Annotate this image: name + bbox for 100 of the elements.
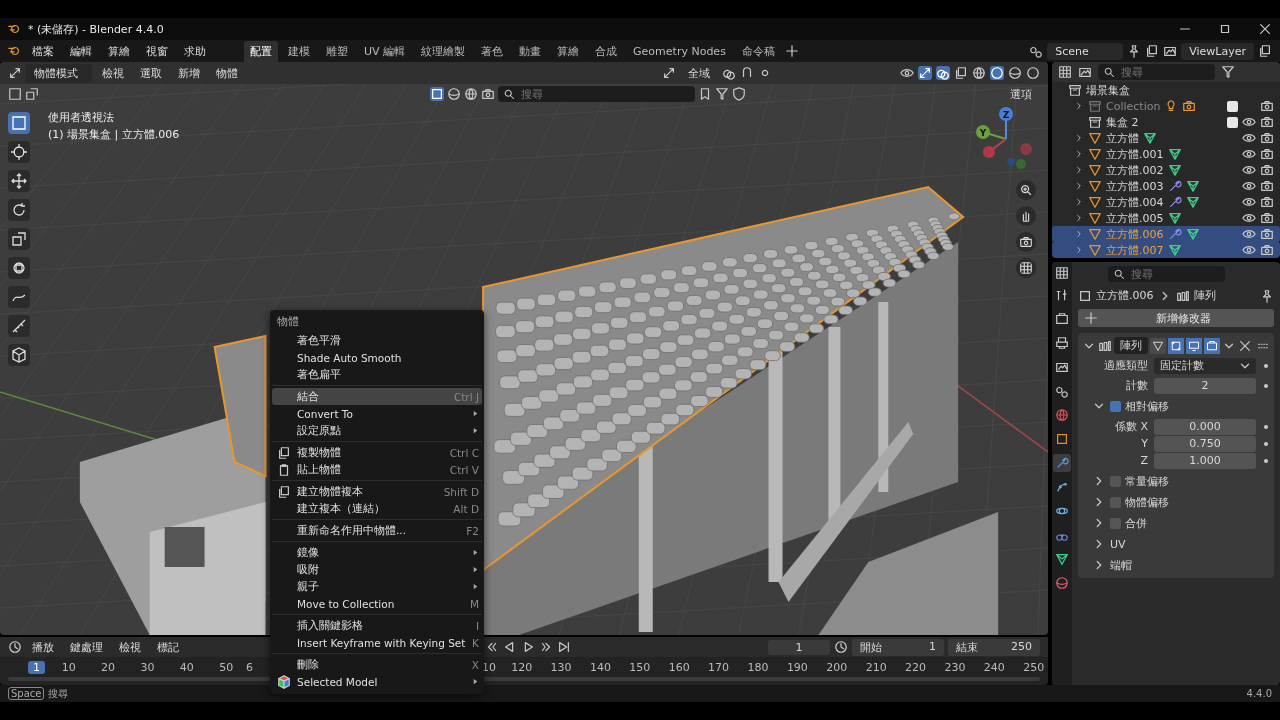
bookmark-icon[interactable] [698,87,712,101]
add-modifier-button[interactable]: 新增修改器 [1078,309,1274,327]
menu-item[interactable]: 吸附 [272,561,482,578]
eye-icon[interactable] [1242,195,1256,209]
mesh-data-icon[interactable] [1185,227,1200,241]
view-layer-selector[interactable]: ViewLayer [1181,42,1254,60]
render-shading-icon[interactable] [1026,66,1040,80]
search-field[interactable]: 搜尋 [1117,64,1215,80]
outliner-item[interactable]: 立方體.003 [1106,178,1164,194]
camera-icon[interactable] [1260,131,1274,145]
keyframe-dot-icon[interactable] [1264,363,1268,368]
search-field[interactable]: 搜尋 [517,86,695,102]
viewport-toggle-icon[interactable] [1186,337,1202,354]
number-field[interactable]: 2 [1154,377,1256,394]
camera-icon[interactable] [1260,163,1274,177]
search-field[interactable]: 搜尋 [1127,266,1225,282]
current-frame-field[interactable]: 1 [768,639,830,655]
editor-type-icon[interactable] [1055,266,1069,280]
menu-item[interactable]: 視窗 [140,41,174,61]
mesh-data-icon[interactable] [1143,131,1157,145]
menu-item[interactable]: 建立物體複本 Shift D [272,483,482,500]
filter-icon[interactable] [1221,65,1235,79]
stopwatch-icon[interactable] [834,640,848,654]
scene-icon[interactable] [1029,44,1044,58]
cursor-tool-icon[interactable] [8,141,30,163]
eye-icon[interactable] [1242,115,1256,129]
modifier-name-field[interactable]: 陣列 [1114,337,1148,354]
menu-item[interactable]: 刪除 X [272,656,482,673]
number-field[interactable]: 0.000 [1154,418,1256,435]
camera-icon[interactable] [1260,195,1274,209]
mesh-data-icon[interactable] [1167,211,1182,225]
move-tool-icon[interactable] [8,170,30,192]
menu-item[interactable]: 標記 [151,637,185,657]
material-tab-icon[interactable] [1053,574,1071,592]
keyframe-dot-icon[interactable] [1264,458,1268,463]
menu-item[interactable]: 結合 Ctrl J [272,388,482,405]
eye-icon[interactable] [1242,211,1256,225]
jump-end-icon[interactable] [557,640,571,654]
menu-item[interactable]: 重新命名作用中物體... F2 [272,522,482,539]
maximize-icon[interactable] [1218,22,1232,36]
keyframe-dot-icon[interactable] [1264,383,1268,388]
pin-icon[interactable] [1260,288,1274,303]
previous-keyframe-icon[interactable] [485,640,499,654]
menu-item[interactable]: 插入關鍵影格 I [272,617,482,634]
clock-icon[interactable] [8,640,22,654]
blender-logo-icon[interactable] [8,44,22,58]
navigation-gizmo[interactable] [976,107,1032,169]
eye-icon[interactable] [1242,163,1256,177]
image-icon[interactable] [1078,65,1092,79]
checkbox[interactable] [1110,517,1121,529]
editor-type-icon[interactable] [8,66,22,80]
filter-icon[interactable] [715,87,729,101]
eye-icon[interactable] [1242,147,1256,161]
world-tab-icon[interactable] [1053,406,1071,424]
menu-item[interactable]: 親子 [272,578,482,595]
output-tab-icon[interactable] [1053,334,1071,352]
checkbox[interactable] [1110,400,1121,412]
menu-item[interactable]: 播放 [26,637,60,657]
subpanel-title[interactable]: 常量偏移 [1125,473,1169,489]
outliner-item[interactable]: 立方體.005 [1106,210,1164,226]
menu-item[interactable]: 鍵處理 [64,637,109,657]
edit-mode-toggle-icon[interactable] [1168,337,1184,354]
outliner-item[interactable]: 立方體.004 [1106,194,1164,210]
current-frame-indicator[interactable]: 1 [28,660,45,674]
overlay-icon[interactable] [936,66,950,80]
gizmo-icon[interactable] [918,66,932,80]
magnet-icon[interactable] [740,66,754,80]
rotate-tool-icon[interactable] [8,199,30,221]
xray-icon[interactable] [954,66,968,80]
solid-shading-icon[interactable] [990,66,1004,80]
zoom-icon[interactable] [1016,180,1036,200]
scene-selector[interactable]: Scene [1047,42,1124,60]
wrench-icon[interactable] [1167,195,1182,209]
eye-icon[interactable] [1242,179,1256,193]
menu-item[interactable]: 檔案 [26,41,60,61]
menu-item[interactable]: Selected Model [272,673,482,690]
menu-item[interactable]: Move to Collection M [272,595,482,612]
number-field[interactable]: 0.750 [1154,435,1256,452]
mesh-data-icon[interactable] [1185,195,1200,209]
menu-item[interactable]: 求助 [178,41,212,61]
outliner-item[interactable]: 立方體.001 [1106,146,1164,162]
wrench-icon[interactable] [1167,179,1182,193]
orientation-selector[interactable]: 全域 [680,63,718,83]
subpanel-title[interactable]: 合併 [1125,515,1147,531]
eye-icon[interactable] [1242,243,1256,257]
cube-tool-icon[interactable] [8,344,30,366]
keyframe-dot-icon[interactable] [1264,424,1268,429]
workspace-tab[interactable]: Geometry Nodes [627,41,732,61]
material-shading-icon[interactable] [1008,66,1022,80]
number-field[interactable]: 1.000 [1154,452,1256,469]
checkbox[interactable] [1110,475,1121,487]
menu-item[interactable]: 選取 [134,63,168,83]
eye-icon[interactable] [900,66,914,80]
wireframe-shading-icon[interactable] [972,66,986,80]
camera-icon[interactable] [1260,211,1274,225]
menu-item[interactable]: 檢視 [96,63,130,83]
mode-selector[interactable]: 物體模式 [26,63,92,83]
scale-tool-icon[interactable] [8,228,30,250]
menu-item[interactable]: 貼上物體 Ctrl V [272,461,482,478]
menu-item[interactable]: 建立複本（連結） Alt D [272,500,482,517]
